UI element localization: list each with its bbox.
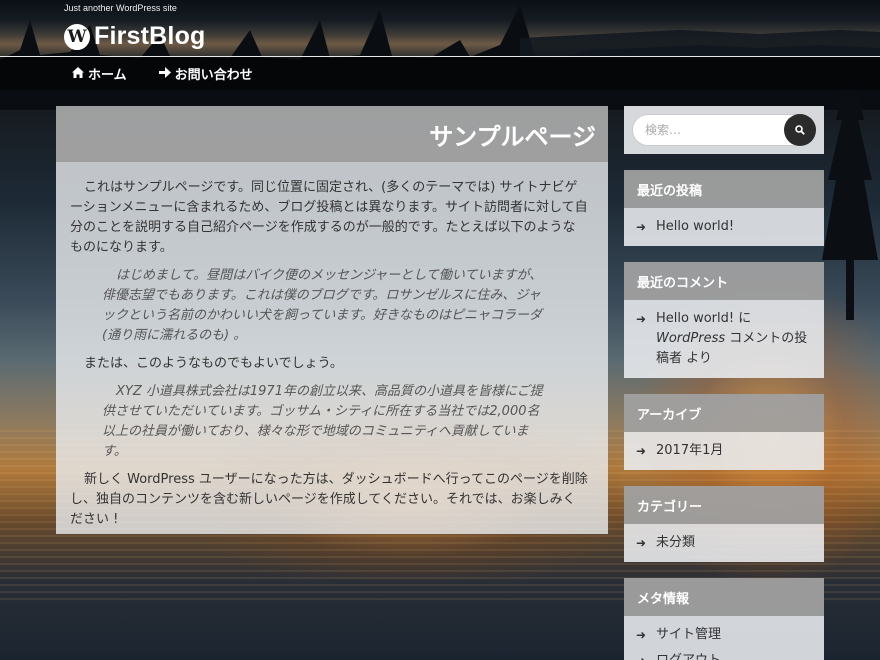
page-header: サンプルページ xyxy=(56,106,608,162)
meta-link-site-admin[interactable]: ➜ サイト管理 xyxy=(636,622,814,648)
quote-company: XYZ 小道具株式会社は1971年の創立以来、高品質の小道具を皆様にご提供させて… xyxy=(102,384,543,459)
search-widget xyxy=(624,106,824,154)
page-body: これはサンプルページです。同じ位置に固定され、(多くのテーマでは) サイトナビゲ… xyxy=(56,162,608,534)
widget-body-categories: ➜ 未分類 xyxy=(624,524,824,562)
arrow-right-icon: ➜ xyxy=(636,651,648,660)
comment-post-link[interactable]: Hello world! xyxy=(656,311,734,326)
widget-title-categories: カテゴリー xyxy=(624,486,824,524)
main-navigation: ホーム お問い合わせ xyxy=(0,57,880,90)
arrow-right-icon: ➜ xyxy=(636,536,647,550)
category-link[interactable]: ➜ 未分類 xyxy=(636,530,814,556)
widget-archives: アーカイブ ➜ 2017年1月 xyxy=(624,394,824,470)
arrow-right-icon xyxy=(158,66,171,81)
widget-recent-comments: 最近のコメント ➜ Hello world! に WordPress コメントの… xyxy=(624,262,824,378)
nav-item-home-label: ホーム xyxy=(88,68,127,83)
nav-item-contact[interactable]: お問い合わせ xyxy=(158,64,253,83)
quote-personal: はじめまして。昼間はバイク便のメッセンジャーとして働いていますが、俳優志望でもあ… xyxy=(102,268,543,343)
archive-label: 2017年1月 xyxy=(656,443,724,458)
widget-title-meta: メタ情報 xyxy=(624,578,824,616)
widget-title-recent-posts: 最近の投稿 xyxy=(624,170,824,208)
home-icon xyxy=(72,66,84,81)
arrow-right-icon: ➜ xyxy=(636,312,647,326)
comment-author-link[interactable]: WordPress xyxy=(656,331,725,346)
category-label: 未分類 xyxy=(656,535,696,550)
meta-label-site-admin: サイト管理 xyxy=(656,627,722,642)
sidebar: 最近の投稿 ➜ Hello world! 最近のコメント ➜ Hello wor… xyxy=(624,106,824,660)
site-brand-link[interactable]: W FirstBlog xyxy=(64,22,206,51)
arrow-right-icon: ➜ xyxy=(636,628,647,642)
page-title: サンプルページ xyxy=(429,122,596,151)
widget-recent-posts: 最近の投稿 ➜ Hello world! xyxy=(624,170,824,246)
nav-item-contact-label: お問い合わせ xyxy=(174,68,253,83)
recent-post-link[interactable]: ➜ Hello world! xyxy=(636,214,814,240)
widget-body-meta: ➜ サイト管理 ➜ ログアウト xyxy=(624,616,824,660)
widget-title-archives: アーカイブ xyxy=(624,394,824,432)
widget-meta: メタ情報 ➜ サイト管理 ➜ ログアウト xyxy=(624,578,824,660)
search-button[interactable] xyxy=(784,114,816,146)
site-title: FirstBlog xyxy=(94,22,206,50)
archive-link[interactable]: ➜ 2017年1月 xyxy=(636,438,814,464)
meta-link-logout[interactable]: ➜ ログアウト xyxy=(636,648,814,660)
paragraph-intro: これはサンプルページです。同じ位置に固定され、(多くのテーマでは) サイトナビゲ… xyxy=(70,180,588,255)
arrow-right-icon: ➜ xyxy=(636,444,647,458)
site-header: Just another WordPress site W FirstBlog … xyxy=(0,0,880,90)
widget-title-recent-comments: 最近のコメント xyxy=(624,262,824,300)
background-trees-right xyxy=(822,60,878,320)
comment-connector: に xyxy=(734,311,752,326)
recent-comment-text: Hello world! に WordPress コメントの投稿者 より xyxy=(656,309,814,369)
arrow-right-icon: ➜ xyxy=(636,220,647,234)
nav-item-home[interactable]: ホーム xyxy=(72,64,127,83)
widget-body-recent-comments: ➜ Hello world! に WordPress コメントの投稿者 より xyxy=(624,300,824,378)
widget-categories: カテゴリー ➜ 未分類 xyxy=(624,486,824,562)
page-content: サンプルページ これはサンプルページです。同じ位置に固定され、(多くのテーマでは… xyxy=(56,106,608,534)
paragraph-instructions: 新しく WordPress ユーザーになった方は、ダッシュボードへ行ってこのペー… xyxy=(70,472,588,527)
paragraph-alternative: または、このようなものでもよいでしょう。 xyxy=(84,356,343,371)
recent-post-title: Hello world! xyxy=(656,219,735,234)
widget-body-recent-posts: ➜ Hello world! xyxy=(624,208,824,246)
widget-body-archives: ➜ 2017年1月 xyxy=(624,432,824,470)
meta-label-logout: ログアウト xyxy=(656,651,721,660)
recent-comment-item: ➜ Hello world! に WordPress コメントの投稿者 より xyxy=(636,306,814,372)
site-tagline: Just another WordPress site xyxy=(64,3,177,13)
search-icon xyxy=(795,123,805,138)
wordpress-logo-icon: W xyxy=(64,23,90,50)
